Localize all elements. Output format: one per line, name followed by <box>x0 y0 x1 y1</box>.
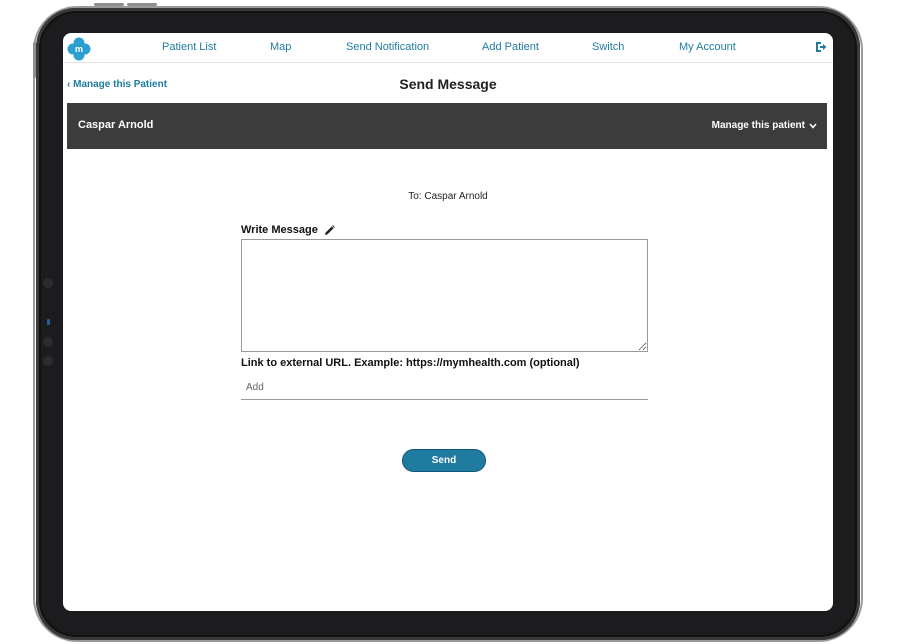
sign-out-icon[interactable] <box>815 41 827 53</box>
tablet-sensor-1 <box>43 278 53 288</box>
nav-send-notification[interactable]: Send Notification <box>346 41 429 53</box>
nav-map[interactable]: Map <box>270 41 291 53</box>
write-message-label: Write Message <box>241 224 335 236</box>
app-screen: m Patient List Map Send Notification Add… <box>63 33 833 611</box>
page-title: Send Message <box>399 76 497 92</box>
svg-text:m: m <box>75 44 83 54</box>
external-url-input[interactable] <box>241 376 648 400</box>
chevron-down-icon <box>809 123 817 129</box>
manage-patient-label: Manage this patient <box>711 120 805 131</box>
send-button[interactable]: Send <box>402 449 486 472</box>
pencil-icon <box>324 224 335 235</box>
nav-my-account[interactable]: My Account <box>679 41 736 53</box>
nav-patient-list[interactable]: Patient List <box>162 41 216 53</box>
message-textarea[interactable] <box>241 239 648 352</box>
write-message-text: Write Message <box>241 224 318 236</box>
tablet-sensor-2 <box>43 337 53 347</box>
nav-switch[interactable]: Switch <box>592 41 624 53</box>
tablet-sensor-3 <box>43 356 53 366</box>
top-navigation: m Patient List Map Send Notification Add… <box>63 33 833 63</box>
tablet-side-button <box>33 42 36 78</box>
patient-name: Caspar Arnold <box>78 119 154 131</box>
tablet-top-button-1 <box>94 3 124 6</box>
recipient-line: To: Caspar Arnold <box>408 191 488 202</box>
tablet-top-button-2 <box>127 3 157 6</box>
patient-bar: Caspar Arnold Manage this patient <box>67 103 827 149</box>
nav-add-patient[interactable]: Add Patient <box>482 41 539 53</box>
external-url-label: Link to external URL. Example: https://m… <box>241 357 580 369</box>
manage-patient-dropdown[interactable]: Manage this patient <box>712 120 817 131</box>
tablet-sensor-indicator <box>47 319 50 325</box>
m-logo-icon[interactable]: m <box>67 37 91 61</box>
